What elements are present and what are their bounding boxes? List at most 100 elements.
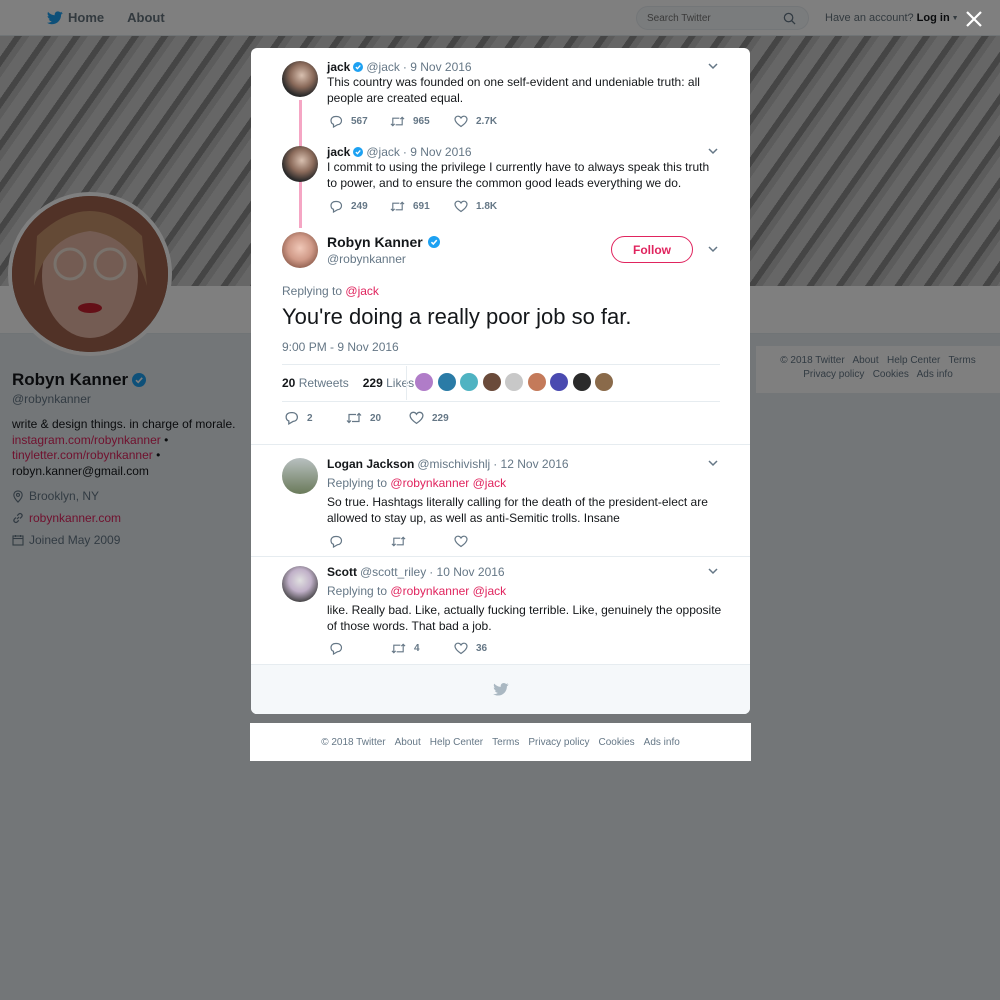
retweet-action[interactable]: 4 xyxy=(391,642,420,655)
tweet-date[interactable]: · 12 Nov 2016 xyxy=(493,457,568,471)
chevron-down-icon[interactable] xyxy=(707,60,719,72)
like-action[interactable]: 229 xyxy=(409,411,449,425)
replying-to-handle[interactable]: @robynkanner xyxy=(390,584,469,598)
main-tweet-handle[interactable]: @robynkanner xyxy=(327,252,406,266)
follow-button[interactable]: Follow xyxy=(611,236,693,263)
tweet-date[interactable]: · 10 Nov 2016 xyxy=(429,565,504,579)
main-tweet-author-name[interactable]: Robyn Kanner xyxy=(327,234,423,250)
tweet-author-name[interactable]: jack xyxy=(327,60,350,74)
modal-bottom-bar xyxy=(251,664,750,714)
retweet-action[interactable]: 965 xyxy=(390,115,430,128)
tweet-text: like. Really bad. Like, actually fucking… xyxy=(327,603,722,633)
like-count: 229 xyxy=(432,412,449,424)
liker-avatar[interactable] xyxy=(505,373,523,391)
tweet-author-name[interactable]: jack xyxy=(327,145,350,159)
reply-icon xyxy=(330,200,343,213)
tweet-header: jack @jack · 9 Nov 2016 xyxy=(327,145,472,159)
avatar[interactable] xyxy=(282,232,318,268)
footer-link-help[interactable]: Help Center xyxy=(430,737,483,748)
footer-link-cookies[interactable]: Cookies xyxy=(599,737,635,748)
replying-to: Replying to @jack xyxy=(282,284,379,298)
chevron-down-icon[interactable] xyxy=(707,565,719,577)
retweet-icon xyxy=(391,536,406,547)
tweet-handle[interactable]: @mischivishlj xyxy=(417,457,490,471)
retweet-icon xyxy=(390,116,405,127)
reply-count: 2 xyxy=(307,412,313,424)
likes-stat-label: Likes xyxy=(386,376,415,390)
reply-action[interactable]: 249 xyxy=(329,200,368,213)
liker-avatar[interactable] xyxy=(527,373,546,391)
tweet-handle[interactable]: @jack xyxy=(366,145,400,159)
liker-avatar[interactable] xyxy=(437,373,456,391)
heart-icon xyxy=(454,642,468,655)
verified-badge-icon xyxy=(353,147,364,157)
avatar[interactable] xyxy=(282,61,318,97)
tweet-header: Scott @scott_riley · 10 Nov 2016 xyxy=(327,565,505,579)
chevron-down-icon[interactable] xyxy=(707,145,719,157)
retweet-action[interactable]: 20 xyxy=(346,411,381,425)
retweets-stat-count: 20 xyxy=(282,376,296,390)
avatar[interactable] xyxy=(282,458,318,494)
retweets-stat-label: Retweets xyxy=(298,376,349,390)
liker-avatar[interactable] xyxy=(415,373,433,391)
replying-to-handle[interactable]: @jack xyxy=(473,584,507,598)
chevron-down-icon[interactable] xyxy=(707,243,719,255)
tweet-author-name[interactable]: Scott xyxy=(327,565,357,579)
replying-to-handle[interactable]: @robynkanner xyxy=(390,476,469,490)
retweet-count: 965 xyxy=(413,116,430,127)
tweet-author-name[interactable]: Logan Jackson xyxy=(327,457,414,471)
tweet-date[interactable]: · 9 Nov 2016 xyxy=(403,145,472,159)
replying-to-handle[interactable]: @jack xyxy=(345,284,379,298)
liker-avatar[interactable] xyxy=(482,373,501,391)
liker-avatar[interactable] xyxy=(572,373,591,391)
retweet-icon xyxy=(391,643,406,654)
retweet-count: 691 xyxy=(413,201,430,212)
retweet-action[interactable] xyxy=(391,535,414,548)
tweet-date[interactable]: · 9 Nov 2016 xyxy=(403,60,472,74)
liker-avatar[interactable] xyxy=(595,373,613,391)
chevron-down-icon[interactable] xyxy=(707,457,719,469)
tweet-modal: jack @jack · 9 Nov 2016 This country was… xyxy=(251,48,750,714)
replying-to: Replying to @robynkanner @jack xyxy=(327,476,506,490)
stats-separator xyxy=(406,366,407,400)
footer-link-terms[interactable]: Terms xyxy=(492,737,519,748)
replying-to: Replying to @robynkanner @jack xyxy=(327,584,506,598)
retweets-stat[interactable]: 20 Retweets xyxy=(282,376,349,390)
reply-divider xyxy=(251,556,750,557)
tweet-handle[interactable]: @jack xyxy=(366,60,400,74)
like-action[interactable]: 2.7K xyxy=(454,115,497,128)
reply-action[interactable]: 2 xyxy=(284,411,313,425)
reply-action[interactable]: 567 xyxy=(329,115,368,128)
liker-avatar[interactable] xyxy=(460,373,478,391)
likers-avatars xyxy=(415,373,613,391)
like-count: 2.7K xyxy=(476,116,498,127)
reply-action[interactable] xyxy=(329,642,351,655)
tweet-header: jack @jack · 9 Nov 2016 xyxy=(327,60,472,74)
reply-action[interactable] xyxy=(329,535,351,548)
reply-count: 249 xyxy=(351,201,368,212)
heart-icon xyxy=(409,411,424,425)
retweet-action[interactable]: 691 xyxy=(390,200,430,213)
footer-link-privacy[interactable]: Privacy policy xyxy=(528,737,589,748)
tweet-text: This country was founded on one self-evi… xyxy=(327,75,700,105)
footer-copyright: © 2018 Twitter xyxy=(321,736,386,748)
tweet-header: Logan Jackson @mischivishlj · 12 Nov 201… xyxy=(327,457,569,471)
close-icon[interactable] xyxy=(966,11,982,27)
liker-avatar[interactable] xyxy=(550,373,568,391)
footer-link-ads[interactable]: Ads info xyxy=(644,737,680,748)
tweet-handle[interactable]: @scott_riley xyxy=(360,565,426,579)
retweet-icon xyxy=(346,412,362,424)
like-count: 1.8K xyxy=(476,201,498,212)
avatar[interactable] xyxy=(282,566,318,602)
replying-to-handle[interactable]: @jack xyxy=(473,476,507,490)
avatar[interactable] xyxy=(282,146,318,182)
like-action[interactable]: 1.8K xyxy=(454,200,497,213)
replying-to-label: Replying to xyxy=(327,476,388,490)
main-tweet-timestamp[interactable]: 9:00 PM - 9 Nov 2016 xyxy=(282,340,399,354)
tweet-text: I commit to using the privilege I curren… xyxy=(327,160,710,190)
like-action[interactable]: 36 xyxy=(454,642,487,655)
like-count: 36 xyxy=(476,643,488,654)
replying-to-label: Replying to xyxy=(282,284,343,298)
like-action[interactable] xyxy=(454,535,476,548)
footer-link-about[interactable]: About xyxy=(395,737,421,748)
